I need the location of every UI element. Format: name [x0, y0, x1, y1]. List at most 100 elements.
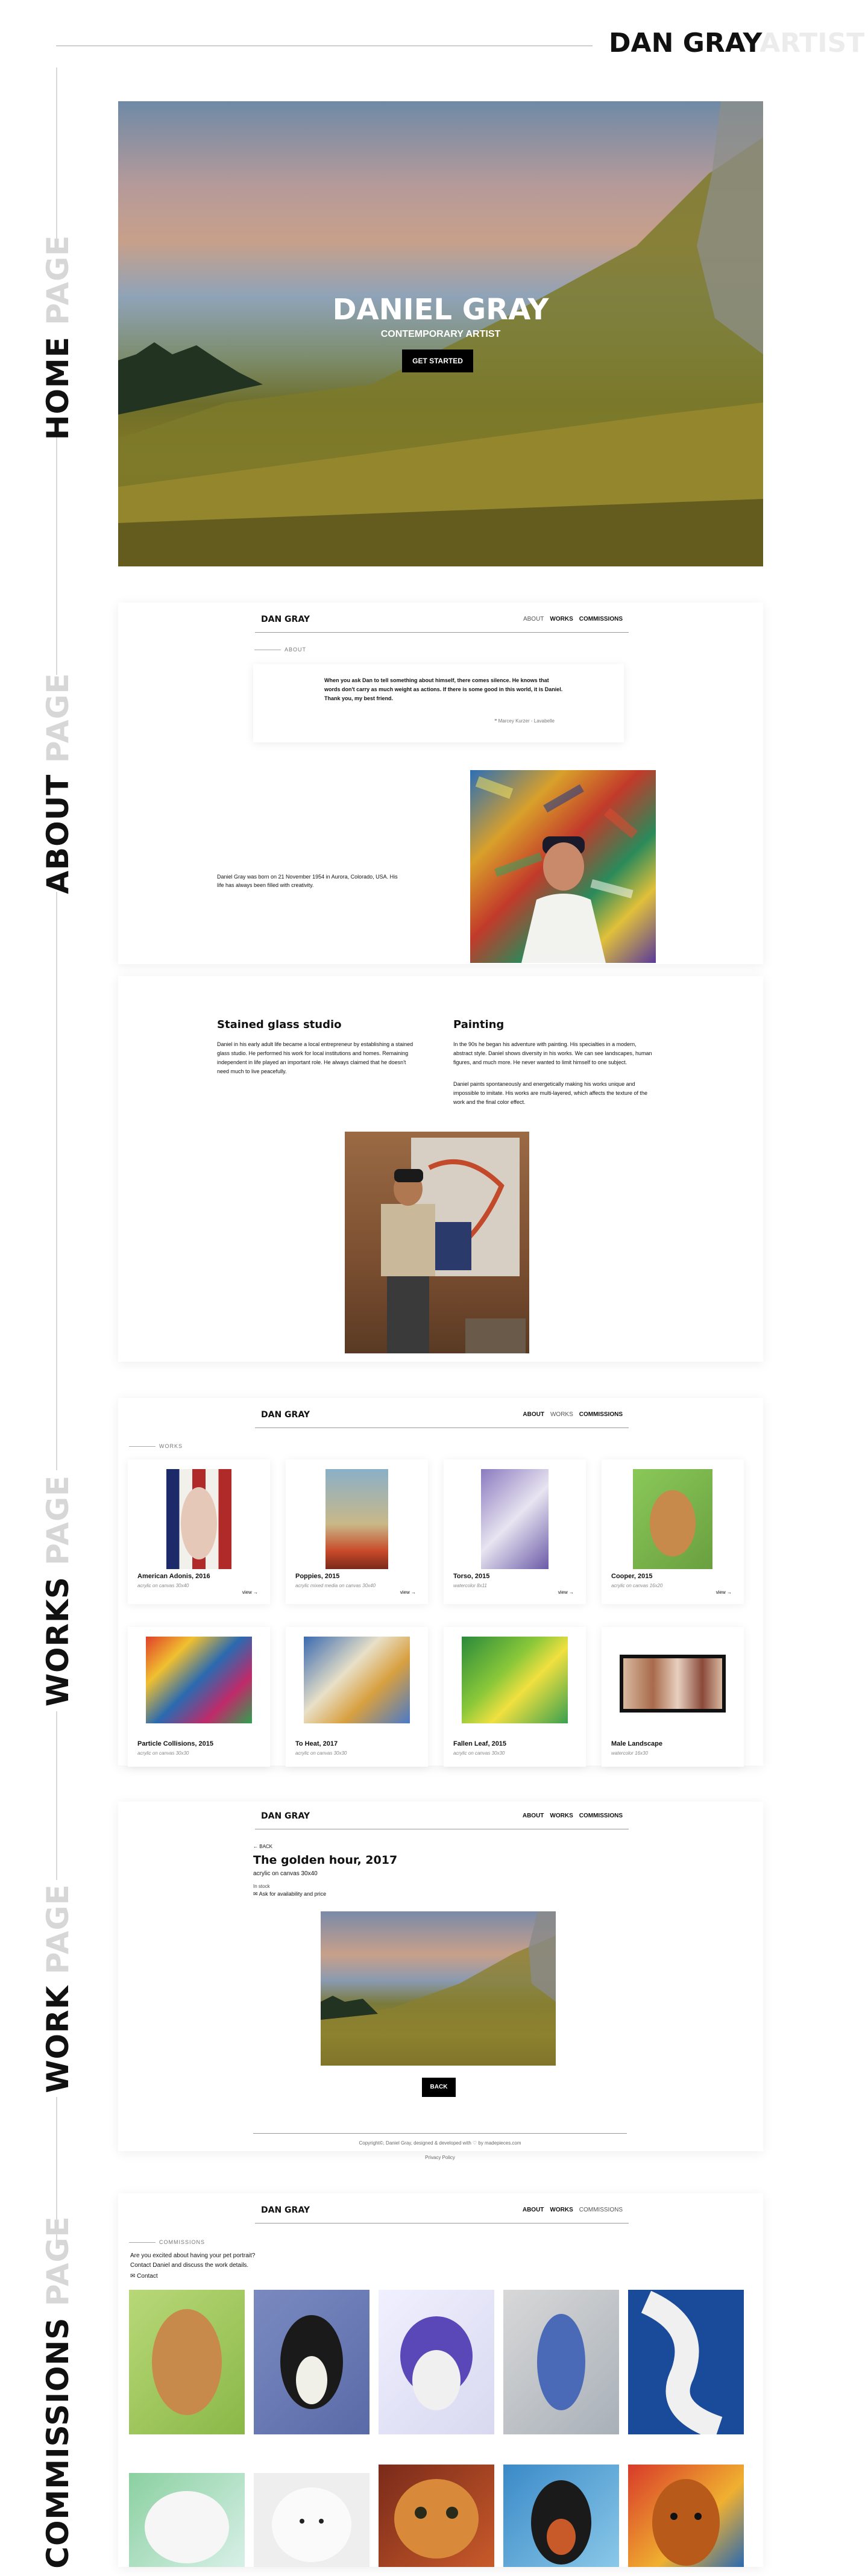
pet-portrait[interactable] — [503, 2465, 619, 2567]
work-thumbnail — [462, 1637, 568, 1723]
get-started-button[interactable]: GET STARTED — [402, 349, 473, 372]
commissions-line-1: Are you excited about having your pet po… — [130, 2252, 256, 2259]
work-card[interactable]: Cooper, 2015 acrylic on canvas 16x20 vie… — [602, 1459, 744, 1604]
quote-card: When you ask Dan to tell something about… — [253, 664, 624, 742]
navbar: DAN GRAY ABOUT WORKS COMMISSIONS — [255, 1404, 629, 1428]
back-button[interactable]: BACK — [422, 2078, 456, 2097]
work-title: Poppies, 2015 — [295, 1573, 340, 1580]
hero-section: DANIEL GRAY CONTEMPORARY ARTIST GET STAR… — [118, 101, 763, 566]
work-subtitle: acrylic mixed media on canvas 30x40 — [295, 1583, 376, 1588]
side-label-about: ABOUT PAGE — [40, 672, 75, 894]
stock-status: In stock — [253, 1884, 270, 1889]
pet-portrait[interactable] — [254, 2473, 370, 2567]
nav-logo[interactable]: DAN GRAY — [261, 1811, 310, 1821]
pet-portrait[interactable] — [628, 2290, 744, 2434]
side-rule — [56, 892, 57, 1470]
work-subtitle: acrylic on canvas 30x30 — [137, 1750, 189, 1756]
work-card[interactable]: Poppies, 2015 acrylic mixed media on can… — [286, 1459, 428, 1604]
ask-price-link[interactable]: ✉ Ask for availability and price — [253, 1891, 326, 1898]
work-card[interactable]: American Adonis, 2016 acrylic on canvas … — [128, 1459, 270, 1604]
navbar: DAN GRAY ABOUT WORKS COMMISSIONS — [255, 609, 629, 633]
pet-portrait[interactable] — [129, 2473, 245, 2567]
work-title: Particle Collisions, 2015 — [137, 1740, 213, 1747]
nav-link-works[interactable]: WORKS — [550, 616, 573, 622]
side-rule — [56, 434, 57, 675]
nav-link-works[interactable]: WORKS — [550, 2207, 573, 2213]
nav-link-works[interactable]: WORKS — [550, 1813, 573, 1819]
pet-portrait[interactable] — [503, 2290, 619, 2434]
work-card[interactable]: Torso, 2015 watercolor 8x11 view → — [444, 1459, 586, 1604]
pet-portrait[interactable] — [379, 2290, 494, 2434]
work-card[interactable]: Male Landscape watercolor 16x30 — [602, 1627, 744, 1767]
nav-rule — [255, 1427, 629, 1428]
work-subtitle: acrylic on canvas 30x30 — [295, 1750, 347, 1756]
quote-text: When you ask Dan to tell something about… — [324, 677, 563, 701]
side-label-commissions: COMMISSIONS PAGE — [40, 2216, 75, 2569]
work-title: Fallen Leaf, 2015 — [453, 1740, 507, 1747]
hero-subtitle: CONTEMPORARY ARTIST — [380, 329, 501, 339]
work-subtitle: watercolor 16x30 — [611, 1750, 648, 1756]
work-subtitle: watercolor 8x11 — [453, 1583, 487, 1588]
work-thumbnail — [326, 1469, 388, 1569]
mail-icon: ✉ — [253, 1891, 258, 1897]
nav-link-about[interactable]: ABOUT — [523, 2207, 544, 2213]
nav-link-about[interactable]: ABOUT — [523, 1813, 544, 1819]
header-rule — [56, 45, 593, 46]
pet-portrait[interactable] — [254, 2290, 370, 2434]
nav-logo[interactable]: DAN GRAY — [261, 2205, 310, 2215]
work-thumbnail — [166, 1469, 231, 1569]
pet-portrait[interactable] — [379, 2465, 494, 2567]
side-label-work: WORK PAGE — [40, 1884, 75, 2093]
work-thumbnail — [146, 1637, 252, 1723]
nav-link-commissions[interactable]: COMMISSIONS — [579, 1813, 623, 1819]
nav-link-works[interactable]: WORKS — [550, 1411, 573, 1418]
navbar: DAN GRAY ABOUT WORKS COMMISSIONS — [255, 2199, 629, 2223]
pet-portrait[interactable] — [628, 2465, 744, 2567]
work-painting — [321, 1911, 556, 2066]
arrow-right-icon: → — [253, 1590, 258, 1595]
commissions-line-2: Contact Daniel and discuss the work deta… — [130, 2262, 249, 2269]
col2-text: In the 90s he began his adventure with p… — [453, 1041, 652, 1065]
arrow-right-icon: → — [727, 1590, 732, 1595]
work-subtitle: acrylic on canvas 30x30 — [453, 1750, 505, 1756]
work-title: American Adonis, 2016 — [137, 1573, 210, 1580]
logo-brand: DAN GRAY — [609, 28, 760, 58]
work-thumbnail — [481, 1469, 549, 1569]
back-link[interactable]: ← BACK — [253, 1844, 272, 1849]
section-tag: COMMISSIONS — [129, 2239, 205, 2245]
side-rule — [56, 67, 57, 248]
view-link[interactable]: view → — [400, 1590, 416, 1595]
site-logo[interactable]: DAN GRAYARTIST — [609, 28, 864, 58]
hero-title: DANIEL GRAY — [332, 293, 549, 327]
col1-title: Stained glass studio — [217, 1018, 342, 1031]
view-link[interactable]: view → — [716, 1590, 732, 1595]
side-label-works: WORKS PAGE — [40, 1474, 75, 1707]
about-panel — [118, 603, 763, 964]
work-card[interactable]: Fallen Leaf, 2015 acrylic on canvas 30x3… — [444, 1627, 586, 1767]
side-label-home: HOME PAGE — [40, 234, 75, 440]
view-link[interactable]: view → — [558, 1590, 574, 1595]
nav-logo[interactable]: DAN GRAY — [261, 615, 310, 624]
work-thumbnail — [620, 1655, 726, 1713]
nav-link-commissions[interactable]: COMMISSIONS — [579, 616, 623, 622]
contact-link[interactable]: ✉ Contact — [130, 2273, 158, 2280]
section-tag: ABOUT — [254, 647, 306, 653]
nav-link-about[interactable]: ABOUT — [523, 1411, 544, 1418]
nav-link-about[interactable]: ABOUT — [523, 616, 544, 622]
work-title: Male Landscape — [611, 1740, 662, 1747]
work-subtitle: acrylic on canvas 30x40 — [137, 1583, 189, 1588]
work-subtitle: acrylic on canvas 30x40 — [253, 1870, 318, 1877]
privacy-link[interactable]: Privacy Policy — [253, 2155, 627, 2160]
pet-portrait[interactable] — [129, 2290, 245, 2434]
about-bio: Daniel Gray was born on 21 November 1954… — [217, 874, 398, 888]
navbar: DAN GRAY ABOUT WORKS COMMISSIONS — [255, 1805, 629, 1829]
nav-link-commissions[interactable]: COMMISSIONS — [579, 2207, 623, 2213]
work-title: The golden hour, 2017 — [253, 1854, 398, 1867]
work-card[interactable]: To Heat, 2017 acrylic on canvas 30x30 — [286, 1627, 428, 1767]
nav-rule — [255, 632, 629, 633]
nav-logo[interactable]: DAN GRAY — [261, 1410, 310, 1420]
work-card[interactable]: Particle Collisions, 2015 acrylic on can… — [128, 1627, 270, 1767]
view-link[interactable]: view → — [242, 1590, 258, 1595]
nav-link-commissions[interactable]: COMMISSIONS — [579, 1411, 623, 1418]
col1-text: Daniel in his early adult life became a … — [217, 1041, 414, 1074]
